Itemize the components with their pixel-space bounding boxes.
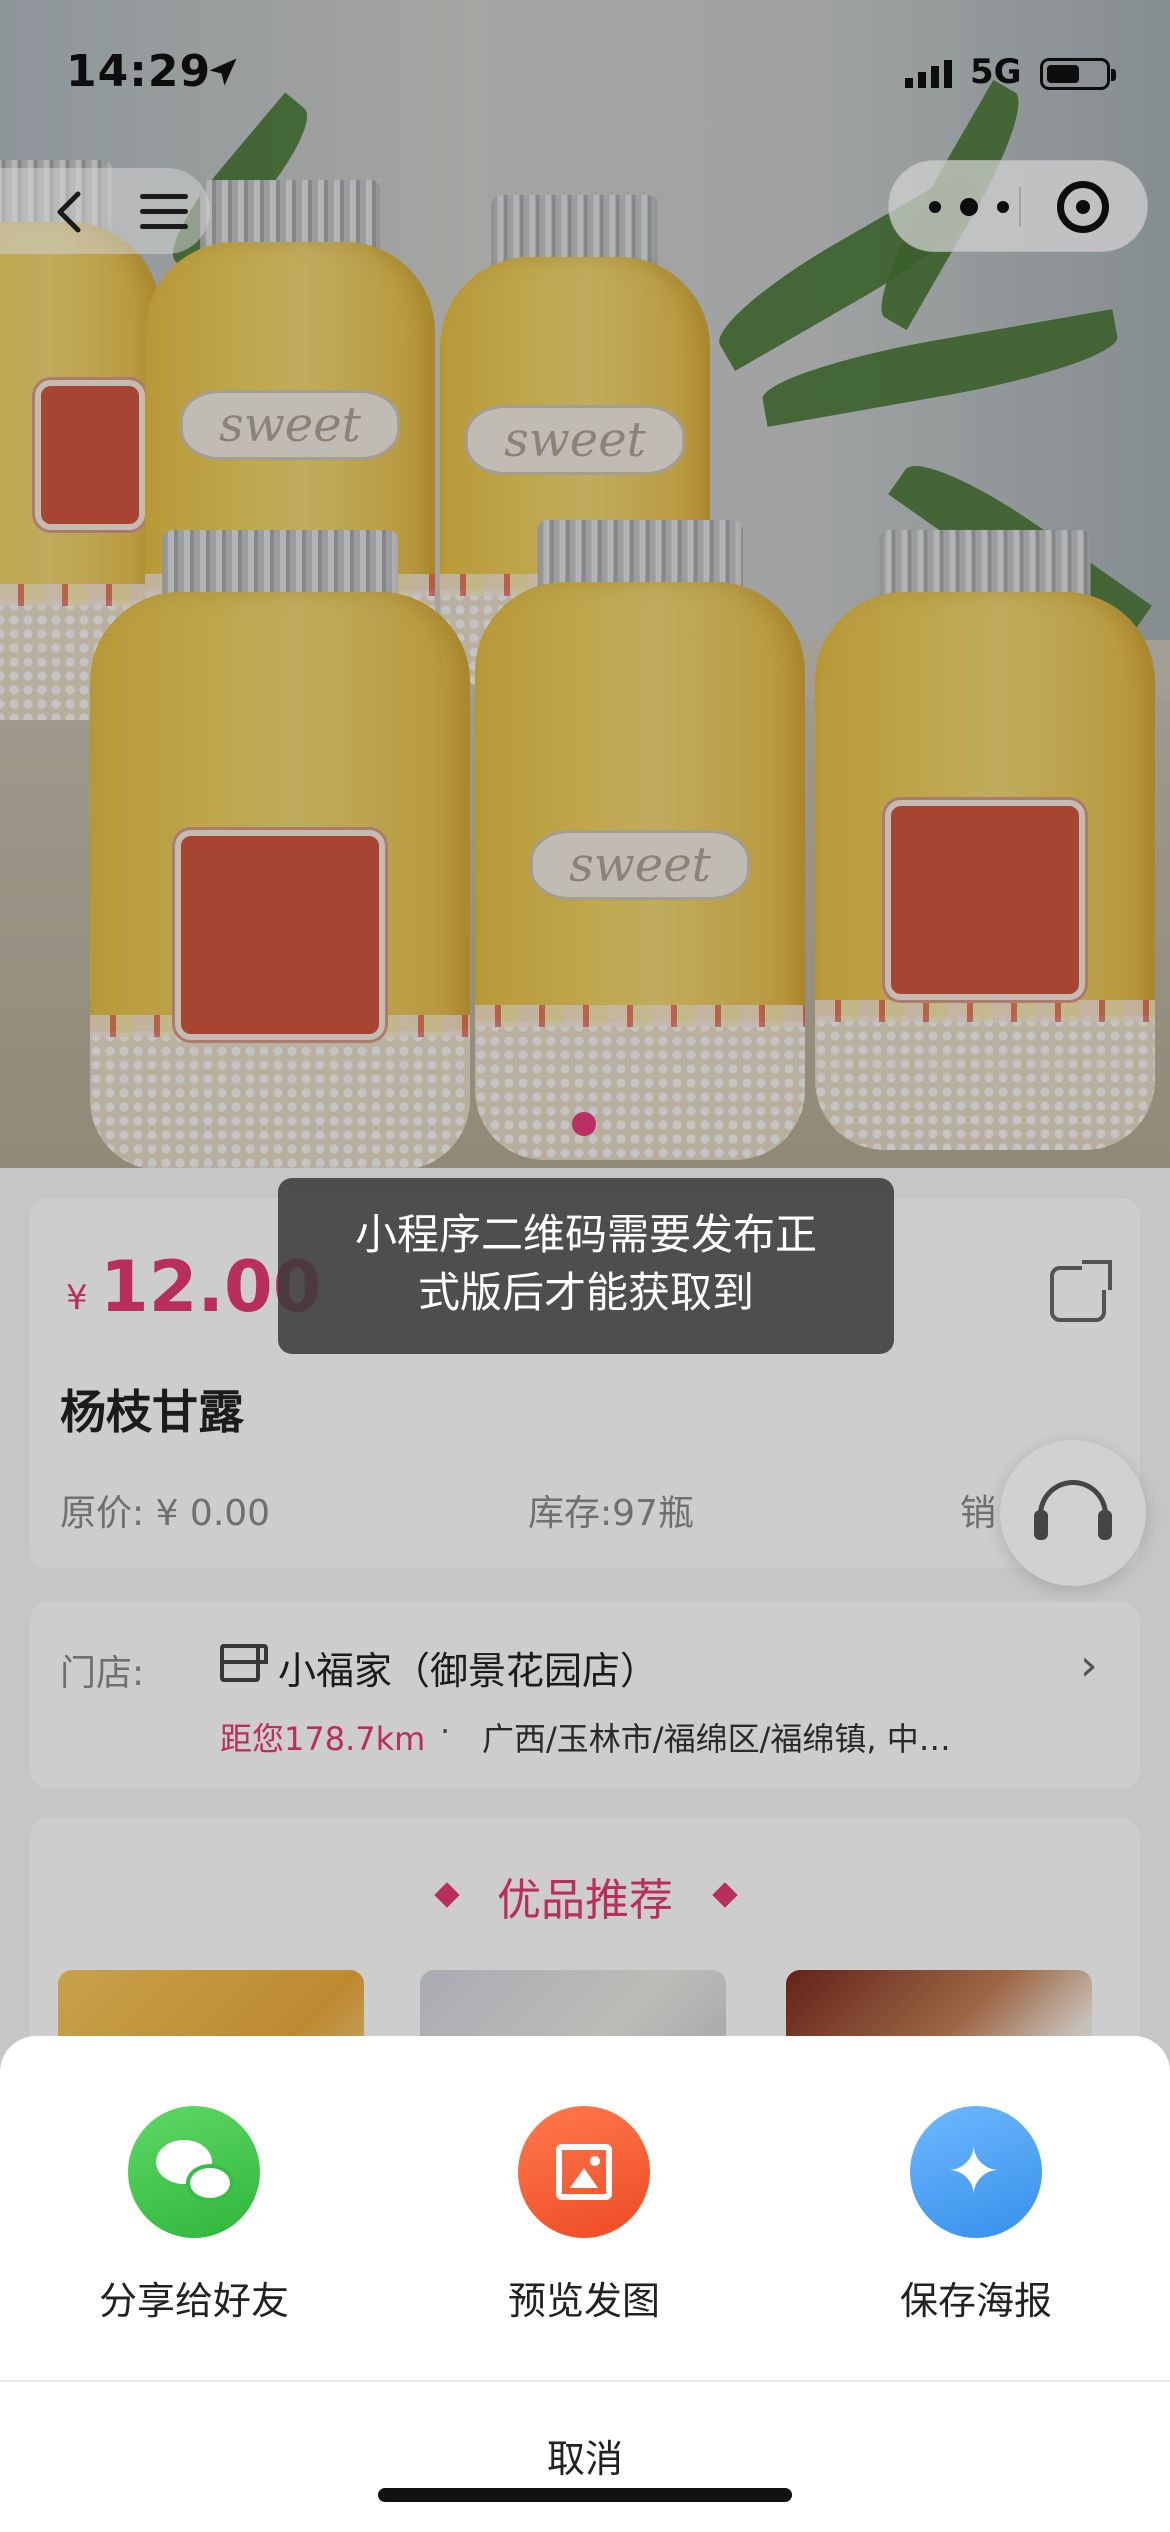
cancel-button[interactable]: 取消	[0, 2428, 1170, 2483]
option-label: 分享给好友	[98, 2279, 289, 2323]
preview-image-button[interactable]: 预览发图	[454, 2106, 714, 2323]
image-icon	[518, 2106, 650, 2238]
toast-message: 小程序二维码需要发布正 式版后才能获取到	[278, 1178, 894, 1354]
star-sparkle-icon: ✦	[910, 2106, 1042, 2238]
wechat-icon	[128, 2106, 260, 2238]
divider	[0, 2380, 1170, 2382]
share-to-friend-button[interactable]: 分享给好友	[64, 2106, 324, 2323]
toast-line: 小程序二维码需要发布正	[354, 1210, 817, 1259]
toast-line: 式版后才能获取到	[417, 1268, 754, 1317]
home-indicator[interactable]	[378, 2488, 792, 2502]
option-label: 预览发图	[507, 2279, 660, 2323]
share-action-sheet: 分享给好友 预览发图 ✦ 保存海报 取消	[0, 2036, 1170, 2532]
save-poster-button[interactable]: ✦ 保存海报	[846, 2106, 1106, 2323]
option-label: 保存海报	[899, 2279, 1052, 2323]
